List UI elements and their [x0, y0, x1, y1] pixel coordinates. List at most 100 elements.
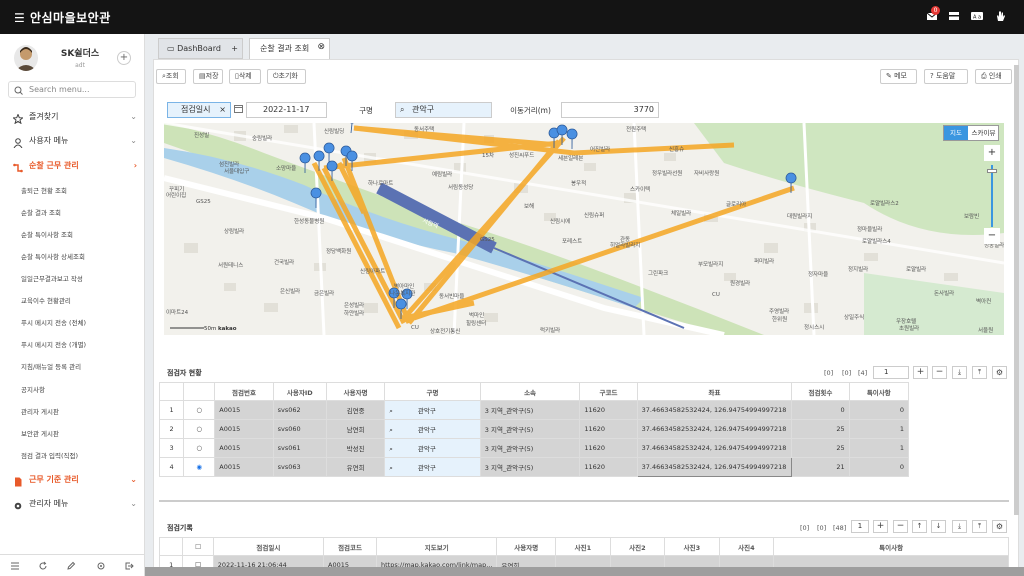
col-header[interactable]: 소속 — [479, 382, 581, 401]
col-header[interactable]: 지도보기 — [376, 537, 498, 556]
download-icon[interactable]: ⤓ — [952, 520, 967, 533]
tab-dashboard[interactable]: ▭ DashBoard + — [158, 38, 243, 59]
list-icon[interactable] — [10, 561, 20, 571]
sidebar-item-patrol[interactable]: 순찰 근무 관리 › — [0, 156, 145, 176]
sidebar-subitem[interactable]: 순찰 특이사항 상세조회 — [21, 251, 85, 261]
menu-search-input[interactable]: Search menu... — [8, 81, 136, 98]
col-header[interactable]: 구코드 — [579, 382, 638, 401]
sidebar-subitem[interactable]: 보안관 게시판 — [21, 428, 59, 438]
date-label-chip[interactable]: 점검일시 × — [167, 102, 231, 118]
zoom-slider[interactable] — [991, 165, 993, 227]
select-all-checkbox[interactable]: ☐ — [182, 537, 214, 556]
sidebar-subitem[interactable]: 출퇴근 현황 조회 — [21, 185, 67, 195]
logout-icon[interactable] — [124, 561, 134, 571]
download-icon[interactable]: ⤓ — [952, 366, 967, 379]
map-type-skyview[interactable]: 스카이뷰 — [968, 126, 999, 140]
row-radio-selected[interactable]: ◉ — [183, 457, 216, 477]
sidebar-item-work-standard[interactable]: 근무 기준 관리 ⌄ — [0, 470, 145, 490]
upload-icon[interactable]: ⤒ — [972, 520, 987, 533]
table1-page-input[interactable]: 1 — [873, 366, 909, 379]
avatar[interactable] — [14, 45, 38, 71]
settings-icon[interactable] — [96, 561, 106, 571]
help-button[interactable]: ? 도움말 — [924, 69, 968, 84]
sidebar-subitem[interactable]: 순찰 결과 조회 — [21, 207, 61, 217]
map-type-map[interactable]: 지도 — [944, 126, 968, 140]
sidebar-subitem[interactable]: 푸시 메시지 전송 (전체) — [21, 317, 86, 327]
row-radio[interactable]: ○ — [183, 400, 216, 420]
table1-scrollbar[interactable] — [159, 500, 1009, 502]
sidebar-subitem[interactable]: 일일근무결과보고 작성 — [21, 273, 83, 283]
col-header[interactable]: 특이사항 — [773, 537, 1009, 556]
remove-row-icon[interactable]: − — [932, 366, 947, 379]
table2-page-input[interactable]: 1 — [851, 520, 869, 533]
hand-icon[interactable] — [994, 10, 1006, 22]
add-row-icon[interactable]: + — [913, 366, 928, 379]
table-row[interactable]: 4 ◉ A0015 svs063 유연희 ⌕ 관악구 3 지역_관악구(5) 11… — [158, 457, 910, 477]
sidebar-subitem[interactable]: 관리자 게시판 — [21, 406, 59, 416]
settings-icon[interactable]: ⚙ — [992, 520, 1007, 533]
edit-icon[interactable] — [66, 561, 76, 571]
clear-icon[interactable]: × — [219, 103, 226, 117]
move-down-icon[interactable]: ↓ — [931, 520, 946, 533]
sidebar-subitem[interactable]: 교육이수 현황관리 — [21, 295, 71, 305]
col-header[interactable]: 사용자명 — [496, 537, 557, 556]
memo-button[interactable]: ✎ 메모 — [880, 69, 917, 84]
table-row[interactable]: 1 ○ A0015 svs062 김연중 ⌕ 관악구 3 지역_관악구(5) 11… — [158, 400, 910, 420]
add-tab-icon[interactable]: + — [231, 39, 238, 58]
translate-icon[interactable]: Aa — [970, 10, 983, 22]
add-row-icon[interactable]: + — [873, 520, 888, 533]
col-header[interactable]: 사진4 — [718, 537, 775, 556]
sidebar-subitem[interactable]: 푸시 메시지 전송 (개별) — [21, 339, 86, 349]
date-field[interactable]: 2022-11-17 — [246, 102, 327, 118]
page-scrollbar[interactable] — [1014, 65, 1019, 515]
row-radio[interactable]: ○ — [183, 419, 216, 439]
sidebar-item-admin[interactable]: 관리자 메뉴 ⌄ — [0, 494, 145, 514]
save-button[interactable]: ▤저장 — [193, 69, 223, 84]
sidebar-item-user-menu[interactable]: 사용자 메뉴 ⌄ — [0, 131, 145, 151]
col-header[interactable]: 사진1 — [555, 537, 611, 556]
delete-button[interactable]: ▯삭제 — [229, 69, 261, 84]
calendar-icon[interactable] — [234, 104, 243, 115]
sidebar-subitem[interactable]: 점검 결과 입력(직접) — [21, 450, 78, 460]
close-icon[interactable]: ⊗ — [317, 38, 325, 57]
district-field[interactable]: ⌕ 관악구 — [395, 102, 492, 118]
map-view[interactable]: 신림빌딩 동서주택 전원주택 진성빌 숭림빌라 15차 성진씨푸드 어진빌라 신흥슈 섬진빌… — [164, 123, 1004, 335]
map-canvas[interactable]: 신림빌딩 동서주택 전원주택 진성빌 숭림빌라 15차 성진씨푸드 어진빌라 신흥슈 섬진빌… — [164, 123, 1004, 335]
col-header[interactable]: 점검번호 — [214, 382, 274, 401]
row-radio[interactable]: ○ — [183, 438, 216, 458]
horizontal-scrollbar[interactable] — [145, 567, 1024, 576]
col-header[interactable]: 사진3 — [664, 537, 720, 556]
add-favorite-button[interactable]: + — [117, 51, 131, 65]
distance-field[interactable]: 3770 — [561, 102, 659, 118]
col-header[interactable]: 사진2 — [609, 537, 666, 556]
zoom-handle[interactable] — [987, 169, 997, 173]
col-header[interactable]: 좌표 — [636, 382, 793, 401]
sidebar-item-favorites[interactable]: 즐겨찾기 ⌄ — [0, 107, 145, 127]
zoom-out-button[interactable]: − — [984, 228, 1000, 244]
table-row[interactable]: 3 ○ A0015 svs061 박성진 ⌕ 관악구 3 지역_관악구(5) 11… — [158, 438, 910, 458]
tab-patrol-result[interactable]: 순찰 결과 조회 ⊗ — [249, 38, 330, 59]
col-header[interactable]: 사용자ID — [272, 382, 327, 401]
search-button[interactable]: ⌕조회 — [156, 69, 186, 84]
col-header[interactable]: 점검횟수 — [791, 382, 850, 401]
refresh-icon[interactable] — [38, 561, 48, 571]
col-header[interactable]: 특이사항 — [848, 382, 910, 401]
move-up-icon[interactable]: ↑ — [912, 520, 927, 533]
zoom-in-button[interactable]: + — [984, 145, 1000, 161]
reset-button[interactable]: ⏻초기화 — [267, 69, 306, 84]
col-header[interactable]: 구명 — [384, 382, 481, 401]
sidebar-subitem[interactable]: 지침/매뉴얼 등록 관리 — [21, 361, 81, 371]
col-header[interactable]: 사용자명 — [325, 382, 386, 401]
table-row[interactable]: 2 ○ A0015 svs060 남연희 ⌕ 관악구 3 지역_관악구(5) 11… — [158, 419, 910, 439]
col-header[interactable]: 점검코드 — [323, 537, 378, 556]
card-icon[interactable] — [948, 10, 960, 22]
sidebar-subitem[interactable]: 공지사항 — [21, 384, 45, 394]
remove-row-icon[interactable]: − — [893, 520, 908, 533]
app-title[interactable]: ☰ 안심마을보안관 — [14, 9, 111, 26]
col-header[interactable]: 점검일시 — [212, 537, 325, 556]
menu-toggle-icon[interactable]: ☰ — [14, 11, 25, 25]
sidebar-subitem[interactable]: 순찰 특이사항 조회 — [21, 229, 73, 239]
print-button[interactable]: ⎙ 인쇄 — [975, 69, 1012, 84]
upload-icon[interactable]: ⤒ — [972, 366, 987, 379]
settings-icon[interactable]: ⚙ — [992, 366, 1007, 379]
